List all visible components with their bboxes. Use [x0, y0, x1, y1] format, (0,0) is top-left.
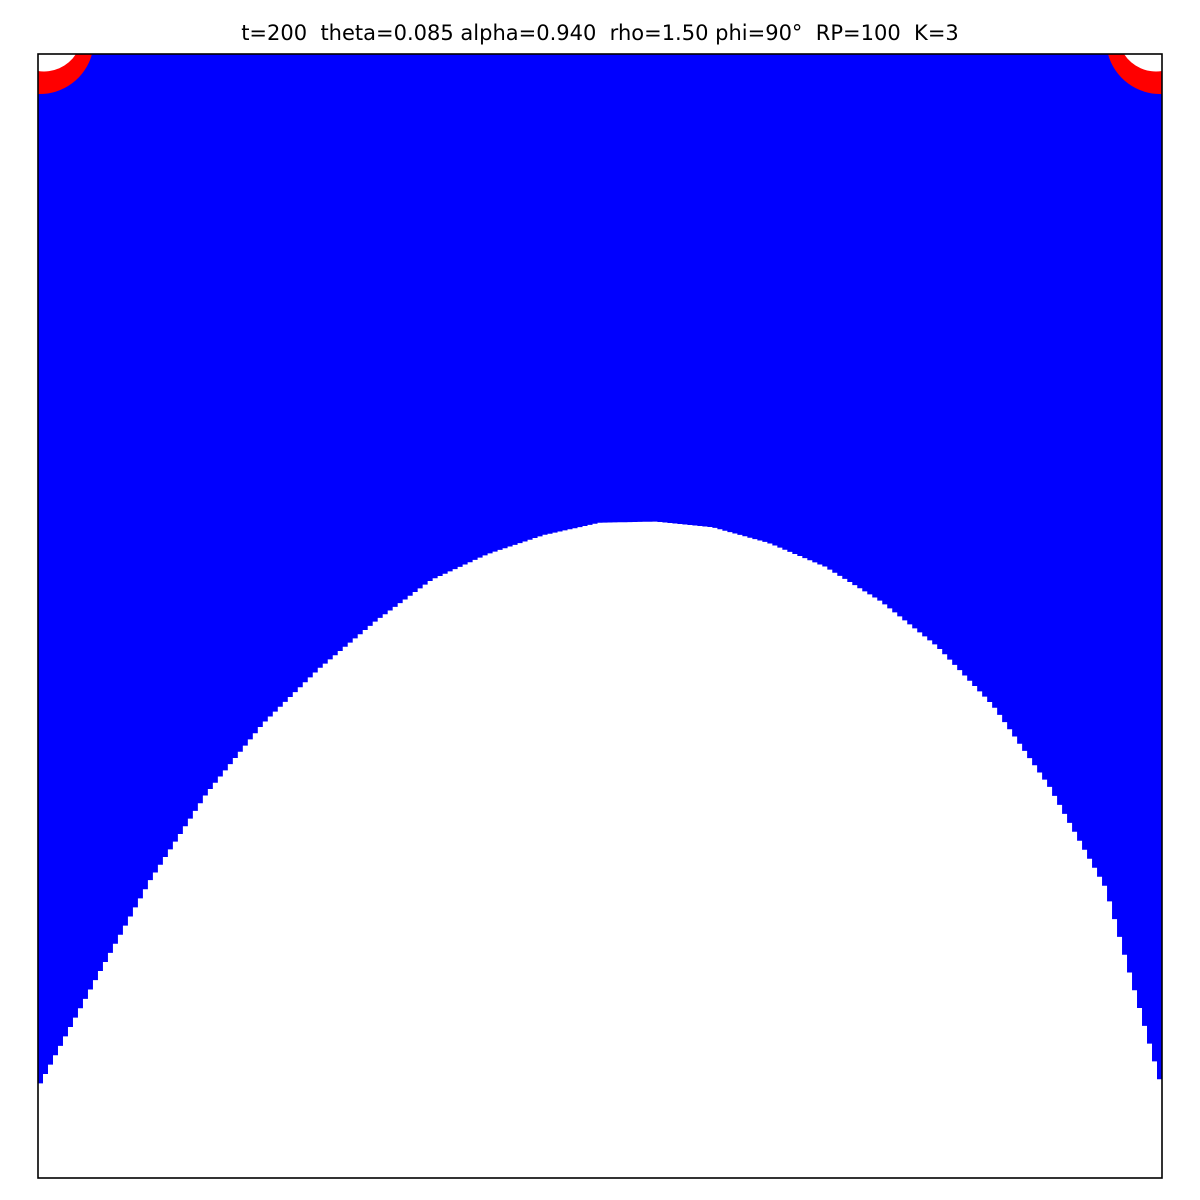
figure: t=200 theta=0.085 alpha=0.940 rho=1.50 p…: [0, 0, 1200, 1200]
plot-canvas: [37, 53, 1163, 1179]
